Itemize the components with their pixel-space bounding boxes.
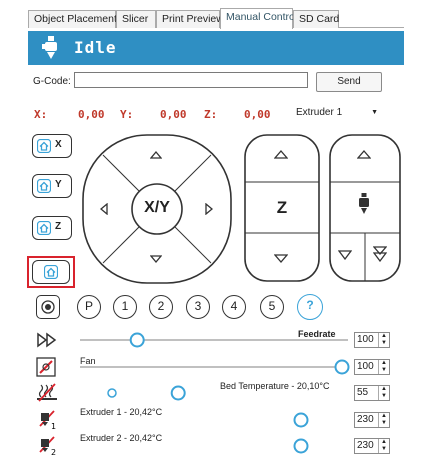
stop-button[interactable] <box>36 295 60 319</box>
feedrate-icon <box>37 332 57 348</box>
fan-slider[interactable] <box>78 359 350 375</box>
tab-sd-card[interactable]: SD Card <box>293 10 339 28</box>
heated-bed-icon <box>37 383 57 402</box>
home-y-label: Y <box>55 179 62 190</box>
tab-bar: Object Placement Slicer Print Preview Ma… <box>28 8 404 29</box>
svg-text:1: 1 <box>51 422 56 430</box>
extruder-icon <box>42 36 57 59</box>
fan-icon <box>36 357 56 377</box>
bed-slider[interactable] <box>78 385 350 401</box>
preset-p-button[interactable]: P <box>77 295 101 319</box>
bed-value: 55 <box>357 387 369 398</box>
extruder-retract-icon[interactable] <box>357 150 371 159</box>
record-icon <box>41 300 55 314</box>
extrude-fast-icon[interactable] <box>373 246 387 262</box>
extruder-select-value: Extruder 1 <box>296 107 343 118</box>
feedrate-slider[interactable] <box>78 332 350 348</box>
tab-manual-control[interactable]: Manual Control <box>220 8 297 29</box>
home-z-label: Z <box>55 221 62 232</box>
spinner-arrows-icon[interactable]: ▲ ▼ <box>378 439 389 453</box>
home-x-label: X <box>55 139 62 150</box>
home-icon <box>37 221 51 235</box>
preset-3-button[interactable]: 3 <box>186 295 210 319</box>
spinner-arrows-icon[interactable]: ▲ ▼ <box>378 386 389 400</box>
extruder-2-spinner[interactable]: 230 ▲ ▼ <box>354 438 390 454</box>
chevron-down-icon: ▼ <box>371 109 378 116</box>
extruder-1-slider[interactable] <box>78 412 350 428</box>
fan-spinner[interactable]: 100 ▲ ▼ <box>354 359 390 375</box>
extruder-icon <box>359 193 369 214</box>
tab-object-placement[interactable]: Object Placement <box>28 10 117 28</box>
feedrate-spinner[interactable]: 100 ▲ ▼ <box>354 332 390 348</box>
x-coord-label: X: <box>34 108 48 121</box>
svg-text:2: 2 <box>51 448 56 456</box>
preset-1-button[interactable]: 1 <box>113 295 137 319</box>
home-icon <box>37 139 51 153</box>
home-icon <box>37 179 51 193</box>
extruder-2-slider[interactable] <box>78 438 350 454</box>
y-coord-label: Y: <box>120 108 134 121</box>
feedrate-value: 100 <box>357 334 374 345</box>
home-x-button[interactable]: X <box>32 134 72 158</box>
x-coord-value: 0,00 <box>78 108 105 121</box>
extruder-1-spinner[interactable]: 230 ▲ ▼ <box>354 412 390 428</box>
home-z-button[interactable]: Z <box>32 216 72 240</box>
spinner-arrows-icon[interactable]: ▲ ▼ <box>378 360 389 374</box>
xy-center-label: X/Y <box>144 199 170 216</box>
preset-2-button[interactable]: 2 <box>149 295 173 319</box>
fan-value: 100 <box>357 361 374 372</box>
help-button[interactable]: ? <box>297 294 323 320</box>
z-center-label: Z <box>276 198 288 217</box>
extrude-icon[interactable] <box>338 250 352 260</box>
jog-z-up-icon[interactable] <box>274 150 288 159</box>
jog-x-plus-icon[interactable] <box>205 203 213 215</box>
status-bar: Idle <box>28 31 404 65</box>
extruder-1-value: 230 <box>357 414 374 425</box>
spinner-arrows-icon[interactable]: ▲ ▼ <box>378 333 389 347</box>
status-text: Idle <box>74 38 117 57</box>
home-y-button[interactable]: Y <box>32 174 72 198</box>
extruder-2-value: 230 <box>357 440 374 451</box>
extruder-1-temp-icon: 1 <box>39 410 56 430</box>
extruder-select[interactable]: Extruder 1 ▼ <box>293 105 383 121</box>
y-coord-value: 0,00 <box>160 108 187 121</box>
spinner-arrows-icon[interactable]: ▲ ▼ <box>378 413 389 427</box>
jog-z-down-icon[interactable] <box>274 254 288 263</box>
extruder-2-temp-icon: 2 <box>39 436 56 456</box>
tab-slicer[interactable]: Slicer <box>116 10 156 28</box>
z-coord-value: 0,00 <box>244 108 271 121</box>
z-coord-label: Z: <box>204 108 218 121</box>
gcode-input[interactable] <box>74 72 308 88</box>
send-button[interactable]: Send <box>316 72 382 92</box>
jog-y-minus-icon[interactable] <box>150 255 162 263</box>
bed-spinner[interactable]: 55 ▲ ▼ <box>354 385 390 401</box>
jog-y-plus-icon[interactable] <box>150 151 162 159</box>
home-icon <box>44 265 58 279</box>
home-all-button[interactable] <box>32 260 70 284</box>
preset-4-button[interactable]: 4 <box>222 295 246 319</box>
gcode-label: G-Code: <box>33 76 71 87</box>
tab-print-preview[interactable]: Print Preview <box>156 10 224 28</box>
jog-x-minus-icon[interactable] <box>100 203 108 215</box>
preset-5-button[interactable]: 5 <box>260 295 284 319</box>
